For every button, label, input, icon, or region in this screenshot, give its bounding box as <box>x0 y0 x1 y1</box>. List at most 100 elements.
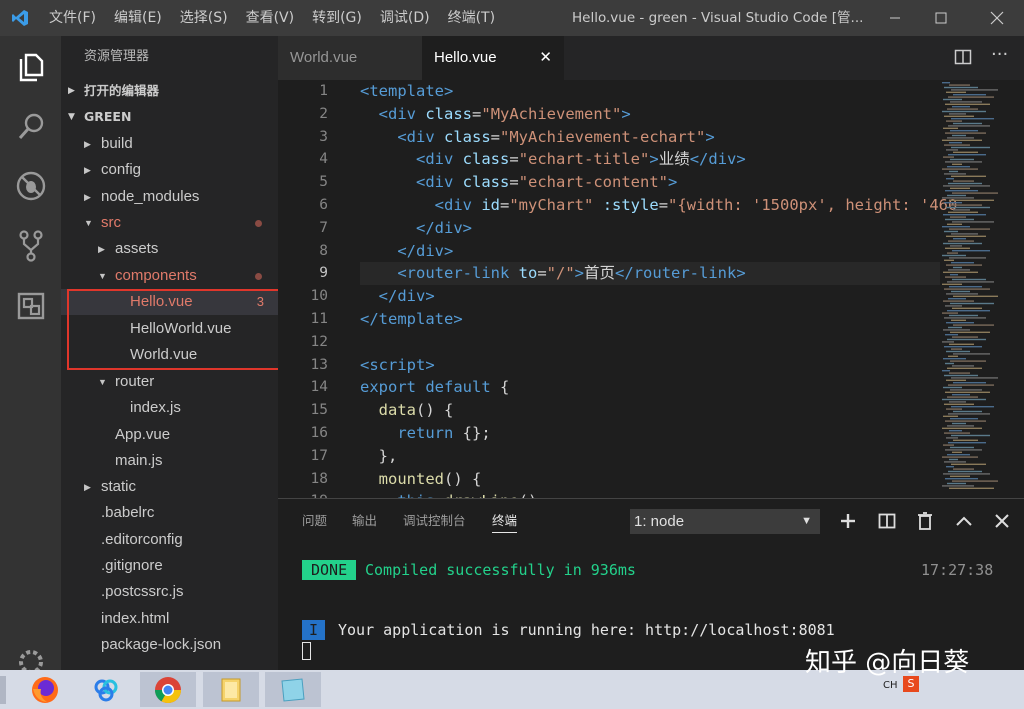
minimap-line <box>943 214 986 216</box>
minimap-line <box>942 341 954 343</box>
menu-view[interactable]: 查看(V) <box>237 0 304 36</box>
terminal-select[interactable]: 1: node ▼ <box>630 509 820 534</box>
split-terminal-button[interactable] <box>875 509 899 533</box>
minimap-line <box>942 485 974 487</box>
minimap-line <box>950 245 962 247</box>
minimap-line <box>949 170 958 173</box>
chevron-right-icon: ▶ <box>68 86 75 96</box>
tree-item-index-js[interactable]: index.js <box>61 395 278 421</box>
tree-item-node-modules[interactable]: ▶ node_modules <box>61 184 278 210</box>
tab-debug-console[interactable]: 调试控制台 <box>403 499 466 543</box>
tab-world-vue[interactable]: World.vue <box>278 36 422 80</box>
maximize-button[interactable] <box>918 0 964 36</box>
code-line: data() { <box>360 399 454 422</box>
split-icon <box>878 513 896 529</box>
code-token: default <box>425 378 491 397</box>
code-token: "/" <box>546 264 575 283</box>
minimap-line <box>950 216 966 218</box>
tree-item-app-vue[interactable]: App.vue <box>61 422 278 448</box>
menu-debug[interactable]: 调试(D) <box>371 0 439 36</box>
tree-item-package-lock[interactable]: package-lock.json <box>61 632 278 658</box>
extensions-button[interactable] <box>0 278 61 334</box>
tab-terminal[interactable]: 终端 <box>492 499 518 533</box>
minimap-line <box>953 94 986 96</box>
minimap-line <box>948 154 986 156</box>
tree-item-label: static <box>101 478 137 495</box>
minimap-line <box>944 461 966 463</box>
explorer-button[interactable] <box>0 40 61 96</box>
debug-button[interactable] <box>0 158 61 214</box>
search-button[interactable] <box>0 98 61 154</box>
minimap-line <box>944 259 954 261</box>
tree-item-gitignore[interactable]: .gitignore <box>61 553 278 579</box>
firefox-app[interactable] <box>17 672 73 707</box>
menu-terminal[interactable]: 终端(T) <box>439 0 504 36</box>
split-editor-button[interactable] <box>954 48 974 68</box>
tree-item-babelrc[interactable]: .babelrc <box>61 500 278 526</box>
code-token: 首页 <box>584 264 616 283</box>
code-token: to <box>518 264 538 283</box>
menu-selection[interactable]: 选择(S) <box>171 0 237 36</box>
tree-item-label: .editorconfig <box>101 531 183 548</box>
code-token: = <box>472 104 482 123</box>
more-actions-button[interactable]: ··· <box>991 44 1013 66</box>
tree-item-static[interactable]: ▶ static <box>61 474 278 500</box>
line-number: 1 <box>319 83 328 99</box>
minimap-line <box>950 331 990 333</box>
open-editors-section[interactable]: ▶ 打开的编辑器 <box>61 78 278 104</box>
notes-app[interactable] <box>265 672 321 707</box>
minimap-line <box>951 175 986 177</box>
menu-go[interactable]: 转到(G) <box>303 0 371 36</box>
settings-button[interactable] <box>0 642 61 670</box>
tree-item-build[interactable]: ▶ build <box>61 131 278 157</box>
maximize-panel-button[interactable] <box>952 509 976 533</box>
file-explorer-app[interactable] <box>203 672 259 707</box>
project-section[interactable]: ▼ GREEN <box>61 104 278 130</box>
minimap-line <box>951 89 998 91</box>
close-window-button[interactable] <box>974 0 1020 36</box>
code-editor[interactable]: 12345678910111213141516171819 <template>… <box>278 80 1024 498</box>
tree-item-src[interactable]: ▼ src <box>61 210 278 236</box>
tree-item-components[interactable]: ▼ components <box>61 263 278 289</box>
minimap[interactable] <box>940 80 1024 498</box>
minimap-line <box>949 113 966 115</box>
terminal-cursor <box>302 642 311 660</box>
tab-hello-vue[interactable]: Hello.vue ✕ <box>422 36 564 80</box>
minimize-button[interactable] <box>872 0 918 36</box>
tree-item-assets[interactable]: ▶ assets <box>61 236 278 262</box>
compiled-message: Compiled successfully in 936ms <box>365 561 636 579</box>
kill-terminal-button[interactable] <box>913 509 937 533</box>
new-terminal-button[interactable] <box>836 509 860 533</box>
search-icon <box>18 113 43 139</box>
minimap-line <box>953 295 998 297</box>
chrome-app[interactable] <box>140 672 196 707</box>
minimap-line <box>942 82 950 84</box>
menu-edit[interactable]: 编辑(E) <box>105 0 171 36</box>
line-number: 11 <box>310 311 328 327</box>
input-method-label[interactable]: CH <box>883 680 898 691</box>
minimap-line <box>950 187 970 189</box>
tree-item-config[interactable]: ▶ config <box>61 157 278 183</box>
tab-output[interactable]: 输出 <box>352 499 377 543</box>
baidu-netdisk-app[interactable] <box>78 672 134 707</box>
tree-item-index-html[interactable]: index.html <box>61 606 278 632</box>
close-tab-icon[interactable]: ✕ <box>539 36 552 80</box>
minimap-line <box>952 394 970 396</box>
tree-item-label: components <box>115 267 197 284</box>
tree-item-postcssrc[interactable]: .postcssrc.js <box>61 579 278 605</box>
minimap-line <box>947 367 982 369</box>
tree-item-editorconfig[interactable]: .editorconfig <box>61 527 278 553</box>
tree-item-main-js[interactable]: main.js <box>61 448 278 474</box>
source-control-button[interactable] <box>0 218 61 274</box>
tree-item-router[interactable]: ▼ router <box>61 369 278 395</box>
menu-file[interactable]: 文件(F) <box>40 0 105 36</box>
minimap-line <box>951 146 990 149</box>
close-panel-button[interactable] <box>990 509 1014 533</box>
minimap-line <box>943 300 974 302</box>
minimap-line <box>947 194 966 197</box>
minimap-line <box>950 101 982 103</box>
chevron-right-icon: ▶ <box>84 165 91 175</box>
tab-problems[interactable]: 问题 <box>302 499 327 543</box>
